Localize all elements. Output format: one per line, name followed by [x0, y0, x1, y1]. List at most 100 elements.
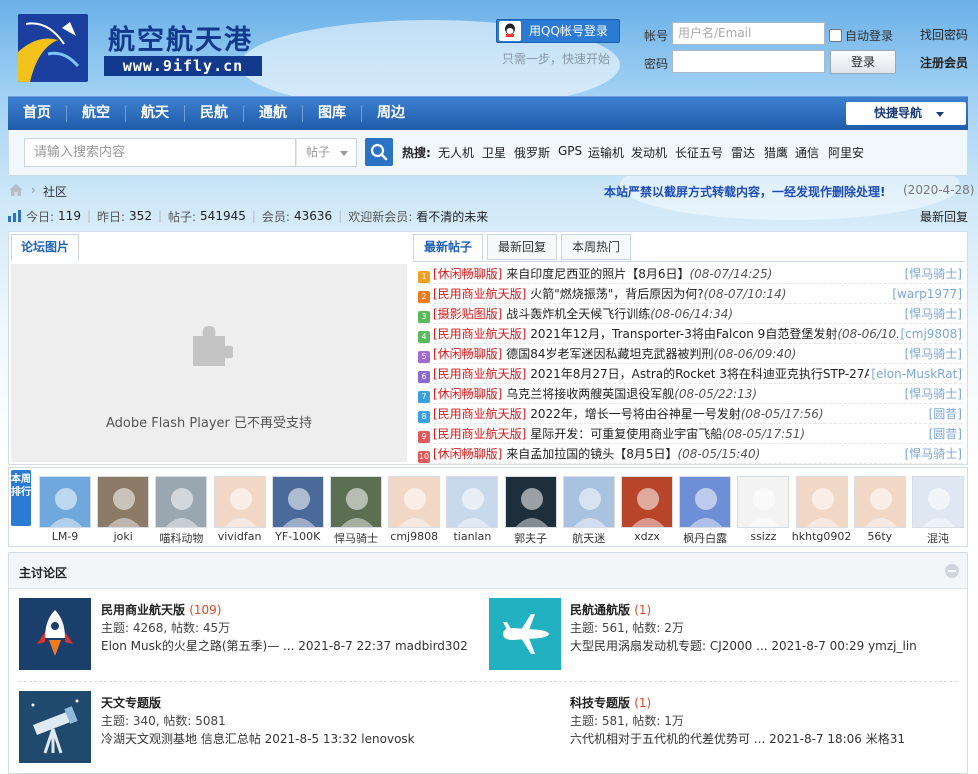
avatar[interactable]: [912, 476, 964, 528]
avatar[interactable]: [155, 476, 208, 528]
hot-search-link[interactable]: 雷达: [731, 144, 755, 161]
forum-last-post[interactable]: 大型民用涡扇发动机专题: CJ2000 ... 2021-8-7 00:29 y…: [570, 637, 917, 654]
forum-name-astronomy[interactable]: 天文专题版: [101, 694, 161, 711]
post-author[interactable]: [cmj9808]: [898, 324, 962, 343]
post-title[interactable]: 乌克兰将接收两艘英国退役军舰: [506, 387, 674, 401]
member-name[interactable]: vividfan: [209, 530, 271, 543]
forum-name-civil-aviation[interactable]: 民航通航版 (1): [570, 601, 651, 618]
avatar[interactable]: [621, 476, 673, 528]
avatar[interactable]: [213, 476, 266, 528]
member-name[interactable]: LM-9: [34, 530, 96, 543]
member-name[interactable]: cmj9808: [383, 530, 445, 543]
avatar[interactable]: [737, 476, 790, 528]
search-button[interactable]: [365, 138, 393, 166]
post-author[interactable]: [圆昔]: [926, 404, 962, 423]
forum-title[interactable]: 科技专题版: [570, 696, 630, 710]
avatar[interactable]: [388, 476, 441, 528]
avatar[interactable]: [446, 476, 499, 528]
tab-forum-images[interactable]: 论坛图片: [11, 234, 79, 261]
latest-reply-link[interactable]: 最新回复: [920, 208, 968, 225]
forum-last-post[interactable]: Elon Musk的火星之路(第五季)— ... 2021-8-7 22:37 …: [101, 637, 468, 654]
post-category[interactable]: [民用商业航天版]: [433, 287, 526, 301]
avatar[interactable]: [853, 476, 906, 528]
member-name[interactable]: 56ty: [849, 530, 911, 543]
member-name[interactable]: 枫丹白露: [674, 530, 736, 546]
post-row[interactable]: 7 [休闲畅聊版] 乌克兰将接收两艘英国退役军舰(08-05/22:13) [悍马骑…: [418, 384, 962, 404]
post-row[interactable]: 8 [民用商业航天版] 2022年，增长一号将由谷神星一号发射(08-05/17:…: [418, 404, 962, 424]
hot-search-link[interactable]: 阿里安: [828, 144, 864, 161]
post-author[interactable]: [warp1977]: [890, 284, 962, 303]
member-name[interactable]: tianlan: [441, 530, 503, 543]
nav-item-civil-aviation[interactable]: 民航: [185, 97, 243, 130]
post-title[interactable]: 来自印度尼西亚的照片【8月6日】: [506, 267, 689, 281]
post-category[interactable]: [民用商业航天版]: [433, 327, 526, 341]
quick-nav-dropdown[interactable]: 快捷导航: [846, 102, 966, 125]
post-title[interactable]: 星际开发：可重复使用商业宇宙飞船: [530, 427, 722, 441]
post-category[interactable]: [休闲畅聊版]: [433, 267, 502, 281]
post-category[interactable]: [休闲畅聊版]: [433, 347, 502, 361]
account-input[interactable]: 用户名/Email: [672, 22, 825, 45]
post-title[interactable]: 来自孟加拉国的镜头【8月5日】: [506, 447, 677, 461]
post-author[interactable]: [悍马骑士]: [902, 344, 962, 363]
forum-title[interactable]: 民航通航版: [570, 603, 630, 617]
hot-search-link[interactable]: 通信: [795, 144, 819, 161]
qq-login-button[interactable]: 用QQ帐号登录: [496, 19, 620, 43]
member-name[interactable]: YF-100K: [267, 530, 329, 543]
login-button[interactable]: 登录: [830, 50, 896, 74]
avatar[interactable]: [504, 476, 557, 528]
register-link[interactable]: 注册会员: [920, 54, 968, 71]
post-author[interactable]: [悍马骑士]: [902, 264, 962, 283]
forum-name-technology[interactable]: 科技专题版 (1): [570, 694, 651, 711]
nav-item-around[interactable]: 周边: [362, 97, 420, 130]
avatar[interactable]: [679, 476, 732, 528]
nav-item-gallery[interactable]: 图库: [303, 97, 361, 130]
post-row[interactable]: 6 [民用商业航天版] 2021年8月27日，Astra的Rocket 3将在科迪…: [418, 364, 962, 384]
member-name[interactable]: 航天迷: [558, 530, 620, 546]
search-input[interactable]: 请输入搜索内容: [24, 138, 296, 167]
post-row[interactable]: 4 [民用商业航天版] 2021年12月，Transporter-3将由Falco…: [418, 324, 962, 344]
post-author[interactable]: [悍马骑士]: [902, 384, 962, 403]
member-name[interactable]: 郭夫子: [500, 530, 562, 546]
post-row[interactable]: 2 [民用商业航天版] 火箭"燃烧振荡"，背后原因为何?(08-07/10:14)…: [418, 284, 962, 304]
post-title[interactable]: 2022年，增长一号将由谷神星一号发射: [530, 407, 741, 421]
checkbox-box[interactable]: [829, 29, 842, 42]
post-category[interactable]: [摄影贴图版]: [433, 307, 502, 321]
member-name[interactable]: ssizz: [732, 530, 794, 543]
search-type-select[interactable]: 帖子: [296, 138, 357, 167]
newest-member-link[interactable]: 看不清的未来: [416, 208, 488, 225]
tab-latest-replies[interactable]: 最新回复: [487, 234, 557, 260]
post-category[interactable]: [民用商业航天版]: [433, 427, 526, 441]
find-password-link[interactable]: 找回密码: [920, 26, 968, 43]
telescope-icon[interactable]: [19, 691, 91, 763]
hot-search-link[interactable]: 无人机: [438, 144, 474, 161]
hot-search-link[interactable]: GPS: [558, 144, 582, 158]
post-category[interactable]: [民用商业航天版]: [433, 407, 526, 421]
hot-search-link[interactable]: 长征五号: [675, 144, 723, 161]
breadcrumb-current[interactable]: 社区: [43, 183, 67, 200]
post-title[interactable]: 战斗轰炸机全天候飞行训练: [506, 307, 650, 321]
member-name[interactable]: 混沌: [907, 530, 969, 546]
post-category[interactable]: [民用商业航天版]: [433, 367, 526, 381]
hot-search-link[interactable]: 卫星: [482, 144, 506, 161]
nav-item-aviation[interactable]: 航空: [67, 97, 125, 130]
avatar[interactable]: [97, 476, 150, 528]
home-icon[interactable]: [9, 184, 23, 199]
member-name[interactable]: 悍马骑士: [325, 530, 387, 546]
post-category[interactable]: [休闲畅聊版]: [433, 387, 502, 401]
site-notice[interactable]: 本站严禁以截屏方式转载内容，一经发现作删除处理!: [604, 183, 885, 200]
forum-name-commercial-space[interactable]: 民用商业航天版 (109): [101, 601, 221, 618]
post-row[interactable]: 9 [民用商业航天版] 星际开发：可重复使用商业宇宙飞船(08-05/17:51)…: [418, 424, 962, 444]
post-row[interactable]: 5 [休闲畅聊版] 德国84岁老军迷因私藏坦克武器被判刑(08-06/09:40)…: [418, 344, 962, 364]
tab-latest-posts[interactable]: 最新帖子: [413, 234, 483, 260]
hot-search-link[interactable]: 发动机: [631, 144, 667, 161]
member-name[interactable]: joki: [92, 530, 154, 543]
avatar[interactable]: [271, 476, 324, 528]
post-row[interactable]: 1 [休闲畅聊版] 来自印度尼西亚的照片【8月6日】(08-07/14:25) [悍…: [418, 264, 962, 284]
nav-item-home[interactable]: 首页: [8, 97, 66, 130]
forum-last-post[interactable]: 冷湖天文观测基地 信息汇总帖 2021-8-5 13:32 lenovosk: [101, 730, 415, 747]
nav-item-general-aviation[interactable]: 通航: [244, 97, 302, 130]
tab-weekly-hot[interactable]: 本周热门: [561, 234, 631, 260]
password-input[interactable]: [672, 50, 825, 73]
avatar[interactable]: [330, 476, 382, 528]
member-name[interactable]: hkhtg0902: [791, 530, 853, 543]
